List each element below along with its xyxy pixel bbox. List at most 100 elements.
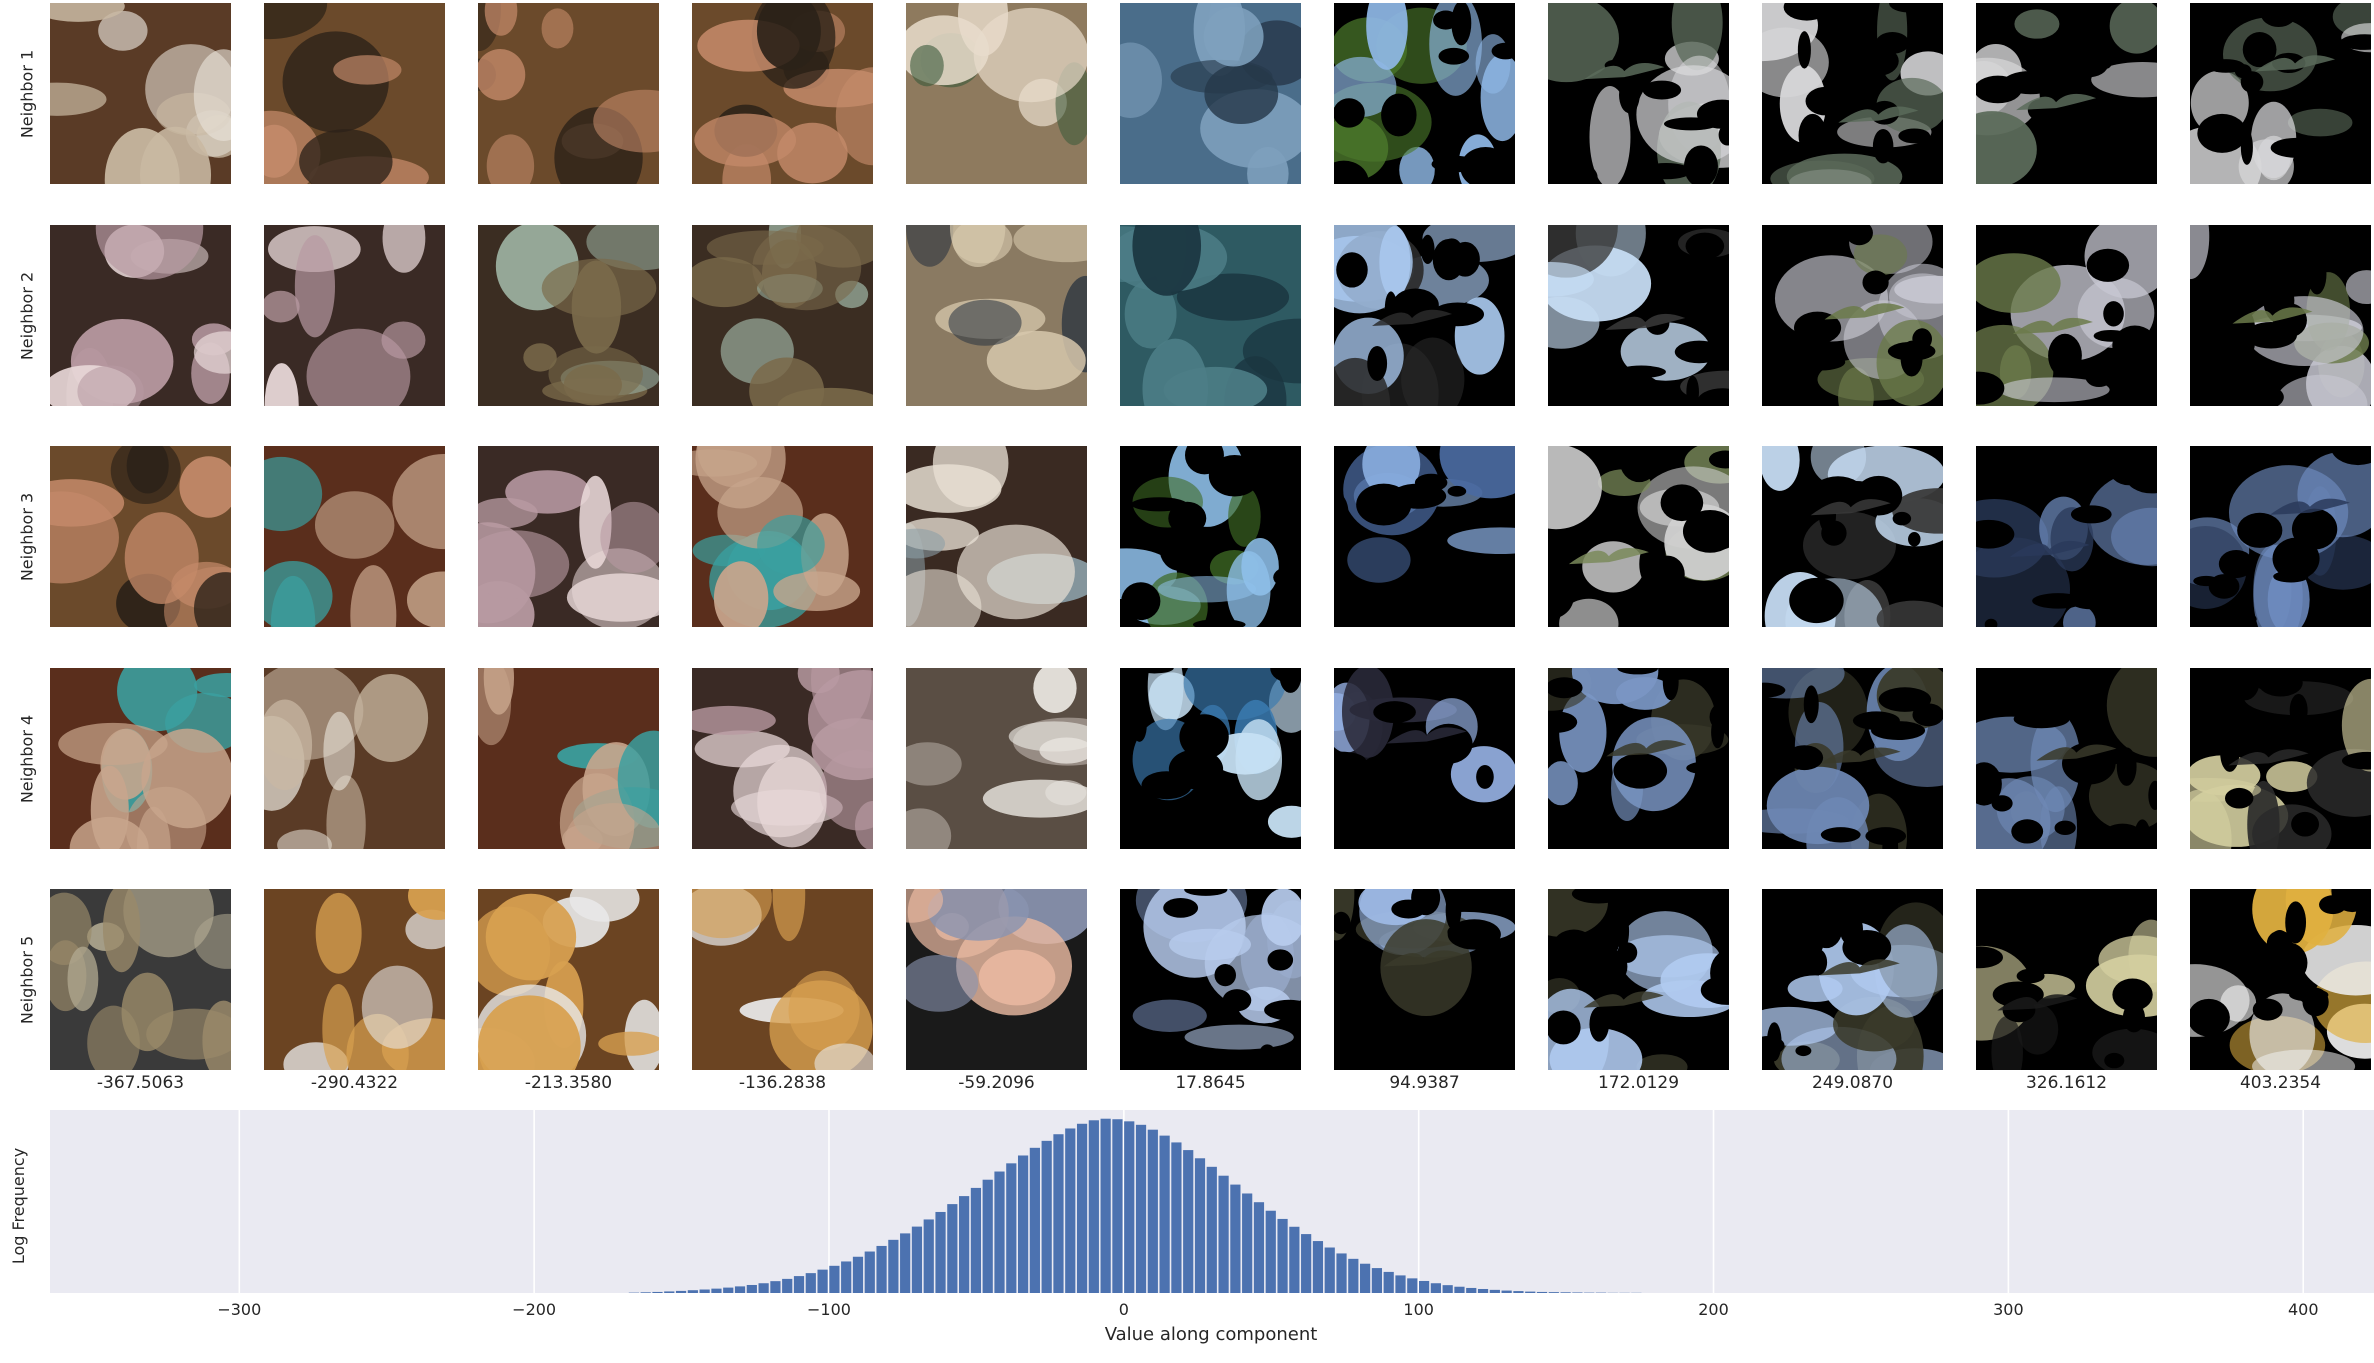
neighbor-tile-pottery	[264, 225, 445, 406]
neighbor-tile-dog	[906, 3, 1087, 184]
column-value-label: 326.1612	[2025, 1073, 2108, 1093]
histogram-bar	[1194, 1158, 1206, 1293]
x-tick-label: 400	[2288, 1300, 2319, 1319]
histogram-bar	[1230, 1184, 1241, 1293]
row-label: Neighbor 4	[17, 714, 37, 803]
neighbor-tile-bird-mask	[1548, 446, 1729, 627]
histogram-bar	[1135, 1124, 1147, 1293]
histogram-bar	[1041, 1140, 1052, 1293]
histogram-bar	[1501, 1290, 1512, 1293]
neighbor-tile-penguin	[2190, 889, 2371, 1070]
histogram-bar	[1053, 1134, 1064, 1293]
neighbor-tile-bird-large	[1976, 889, 2157, 1070]
neighbor-tile-bird-sky	[1762, 446, 1943, 627]
histogram-bar	[1100, 1118, 1111, 1293]
neighbor-tile-dog-fluffy	[906, 225, 1087, 406]
histogram-bar	[1360, 1263, 1371, 1293]
histogram-bar	[1324, 1247, 1335, 1293]
histogram-bar	[947, 1204, 958, 1293]
neighbor-tile-table-beer	[692, 889, 873, 1070]
y-axis-label: Log Frequency	[9, 1148, 28, 1264]
neighbor-tile-bird-sky	[1762, 225, 1943, 406]
neighbor-tile-bird-mask	[1762, 3, 1943, 184]
histogram-bar	[923, 1219, 934, 1293]
histogram-bar	[1548, 1292, 1559, 1293]
histogram-bar	[1006, 1163, 1017, 1293]
histogram-bar	[994, 1171, 1005, 1293]
x-tick-label: −100	[807, 1300, 851, 1319]
x-tick-label: 100	[1403, 1300, 1434, 1319]
neighbor-tile-table-beer	[478, 889, 659, 1070]
neighbor-tile-sky-sea	[1120, 668, 1301, 849]
histogram-bar	[1218, 1175, 1229, 1293]
histogram-bar	[1301, 1234, 1312, 1293]
neighbor-tile-bag-items	[692, 446, 873, 627]
histogram-bar	[1183, 1150, 1194, 1293]
neighbor-tile-water	[1120, 3, 1301, 184]
histogram-bar	[864, 1251, 875, 1293]
histogram-bar	[793, 1276, 805, 1293]
neighbor-tile-boy-phone	[50, 446, 231, 627]
neighbor-tile-pottery	[692, 668, 873, 849]
histogram-bar	[1312, 1241, 1324, 1293]
neighbor-tile-cat	[50, 889, 231, 1070]
histogram-bar	[1477, 1288, 1489, 1293]
neighbor-tile-pottery	[478, 446, 659, 627]
histogram-bar	[959, 1196, 970, 1293]
histogram-bar	[664, 1291, 675, 1293]
histogram-bar	[1336, 1253, 1347, 1293]
neighbor-tile-bag-items	[50, 668, 231, 849]
histogram-chart: −300 −200 −100 0 100 200 300 400 Value along co…	[9, 1110, 2374, 1345]
row-label: Neighbor 2	[17, 271, 37, 360]
histogram-bar	[1242, 1193, 1253, 1293]
histogram-bar	[1171, 1142, 1182, 1293]
neighbor-tile-sky-trees	[1334, 3, 1515, 184]
neighbor-tile-girl-dog	[906, 446, 1087, 627]
neighbor-tile-bird-sky	[1762, 889, 1943, 1070]
neighbor-tile-bird-sky	[2190, 225, 2371, 406]
histogram-bar	[1348, 1258, 1359, 1293]
x-tick-label: −300	[217, 1300, 261, 1319]
histogram-bar	[1572, 1292, 1583, 1293]
histogram-bar	[1159, 1135, 1170, 1293]
histogram-bar	[970, 1187, 982, 1293]
histogram-bar	[699, 1289, 710, 1293]
histogram-bar	[805, 1273, 816, 1293]
neighbor-tile-bird-mask	[2190, 446, 2371, 627]
histogram-bar	[1065, 1128, 1076, 1293]
histogram-bar	[1076, 1123, 1088, 1293]
histogram-bar	[888, 1239, 899, 1293]
neighbor-tile-sky-trees	[1120, 446, 1301, 627]
column-value-label: -367.5063	[96, 1073, 185, 1093]
neighbor-tile-workshop	[478, 225, 659, 406]
neighbor-tile-woman	[906, 889, 1087, 1070]
histogram-bar	[982, 1179, 993, 1293]
neighbor-tile-table-beer	[264, 889, 445, 1070]
x-tick-label: 300	[1993, 1300, 2024, 1319]
histogram-bar	[1088, 1120, 1099, 1293]
neighbor-tile-bird-sky	[1334, 225, 1515, 406]
neighbor-tile-glasses	[50, 3, 231, 184]
histogram-bar	[675, 1290, 687, 1293]
histogram-bar	[723, 1287, 734, 1293]
x-tick-label: 200	[1698, 1300, 1729, 1319]
histogram-bar	[1206, 1166, 1217, 1293]
histogram-bar	[841, 1261, 852, 1293]
neighbor-tile-bag-items	[264, 446, 445, 627]
column-value-label: 172.0129	[1597, 1073, 1680, 1093]
histogram-bar	[1277, 1218, 1288, 1293]
column-value-label: -290.4322	[310, 1073, 399, 1093]
column-value-label: -136.2838	[738, 1073, 827, 1093]
neighbor-tile-bird-sky	[1334, 889, 1515, 1070]
histogram-bar	[782, 1278, 793, 1293]
histogram-bar	[758, 1283, 769, 1293]
column-value-label: 403.2354	[2239, 1073, 2322, 1093]
histogram-bar	[687, 1290, 698, 1293]
column-value-label: -59.2096	[958, 1073, 1035, 1093]
neighbor-tile-pottery	[50, 225, 231, 406]
neighbor-tile-bird-sky	[1334, 668, 1515, 849]
histogram-bar	[817, 1269, 828, 1293]
histogram-bar	[1430, 1283, 1441, 1293]
histogram-bar	[1265, 1210, 1276, 1293]
histogram-bar	[1029, 1147, 1040, 1293]
